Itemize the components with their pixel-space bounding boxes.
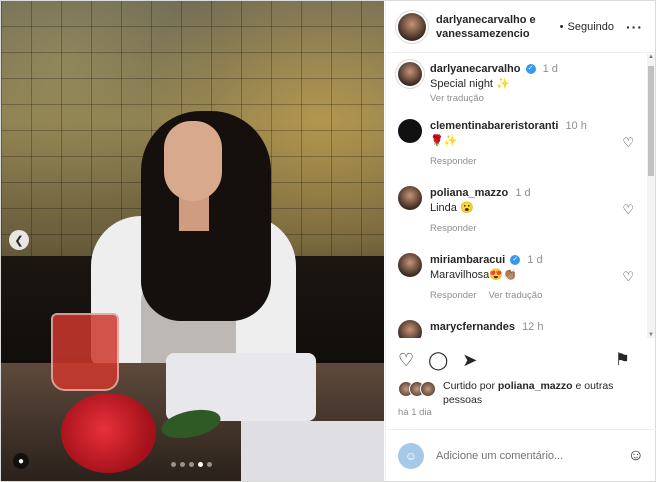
following-label: Seguindo — [567, 20, 615, 33]
likes-text: Curtido por poliana_mazzo e outras pesso… — [443, 379, 613, 407]
likes-user[interactable]: poliana_mazzo — [498, 380, 573, 392]
caption: darlyanecarvalho ✓ 1 d Special night ✨ V… — [398, 62, 638, 104]
comment-text: Maravilhosa😍👏🏽 — [430, 269, 517, 281]
comment-avatar[interactable] — [398, 119, 422, 143]
reply-link[interactable]: Responder — [430, 223, 476, 234]
comment-avatar[interactable] — [398, 186, 422, 210]
bookmark-icon[interactable]: ⚑ — [615, 350, 630, 370]
caption-text: Special night ✨ — [430, 78, 510, 90]
scroll-down-icon[interactable]: ▼ — [647, 332, 655, 338]
comment-item: poliana_mazzo 1 d Linda 😮 Responder ♡ — [398, 186, 638, 234]
prev-image-button[interactable]: ❮ — [9, 230, 29, 250]
comment-time: 1 d — [527, 254, 543, 266]
heart-icon[interactable]: ♡ — [622, 135, 634, 151]
comment-bubble-icon[interactable]: ◯ — [428, 350, 448, 371]
comment-username[interactable]: clementinabareristoranti — [430, 120, 558, 132]
heart-icon[interactable]: ♡ — [622, 269, 634, 285]
comment-avatar[interactable] — [398, 320, 422, 338]
reply-link[interactable]: Responder — [430, 290, 476, 301]
caption-time: 1 d — [542, 63, 558, 75]
comment-item: miriambaracui ✓ 1 d Maravilhosa😍👏🏽 Respo… — [398, 253, 638, 301]
verified-icon: ✓ — [525, 64, 536, 75]
drink-glass — [51, 313, 119, 391]
more-icon[interactable]: ··· — [626, 19, 643, 35]
likes-prefix: Curtido por — [443, 380, 495, 392]
comment-time: 10 h — [565, 120, 587, 132]
comment-item: marycfernandes 12 h — [398, 320, 638, 338]
add-comment-bar: ☺ ☺ — [386, 429, 656, 481]
comment-text: Linda 😮 — [430, 202, 474, 214]
scrollbar-thumb[interactable] — [648, 66, 654, 176]
translate-link[interactable]: Ver tradução — [488, 290, 542, 301]
collab-names[interactable]: darlyanecarvalho e vanessamezencio — [436, 13, 550, 41]
chevron-left-icon: ❮ — [14, 234, 24, 247]
heart-icon[interactable]: ♡ — [622, 202, 634, 218]
reply-link[interactable]: Responder — [430, 156, 476, 167]
liker-avatars — [398, 381, 436, 397]
comment-time: 12 h — [522, 321, 544, 333]
comment-avatar[interactable] — [398, 253, 422, 277]
carousel-dot — [180, 462, 185, 467]
follow-dot: • — [559, 20, 564, 33]
following-button[interactable]: • Seguindo — [560, 21, 614, 33]
carousel-dot — [207, 462, 212, 467]
carousel-dot — [171, 462, 176, 467]
share-send-icon[interactable]: ➤ — [462, 350, 477, 371]
liker-avatar — [420, 381, 436, 397]
tablecloth — [241, 421, 384, 481]
carousel-dot-active — [198, 462, 203, 467]
translate-link[interactable]: Ver tradução — [430, 93, 484, 104]
emoji-icon[interactable]: ☺ — [628, 447, 644, 465]
comment-username[interactable]: miriambaracui — [430, 254, 505, 266]
carousel-dots — [171, 462, 212, 467]
comment-text: 🌹✨ — [430, 135, 458, 147]
collab-name-line2[interactable]: vanessamezencio — [436, 27, 550, 41]
like-heart-icon[interactable]: ♡ — [398, 350, 414, 371]
comment-username[interactable]: poliana_mazzo — [430, 187, 508, 199]
comments-scrollbar[interactable]: ▲ ▼ — [647, 54, 655, 338]
comment-username[interactable]: marycfernandes — [430, 321, 515, 333]
scroll-up-icon[interactable]: ▲ — [647, 54, 655, 60]
tagged-users-button[interactable]: ● — [13, 453, 29, 469]
carousel-dot — [189, 462, 194, 467]
post-header: darlyanecarvalho e vanessamezencio • Seg… — [386, 1, 655, 53]
post-photo[interactable]: ❮ ● — [1, 1, 384, 481]
face — [164, 121, 222, 201]
comment-item: clementinabareristoranti 10 h 🌹✨ Respond… — [398, 119, 638, 167]
author-avatar[interactable] — [398, 12, 426, 41]
likes-suffix[interactable]: e outras — [575, 380, 613, 392]
ai-assistant-icon[interactable]: ☺ — [398, 442, 424, 469]
likes-summary: Curtido por poliana_mazzo e outras pesso… — [398, 379, 638, 407]
post-actions: ♡ ◯ ➤ ⚑ — [398, 346, 644, 374]
comment-time: 1 d — [515, 187, 531, 199]
post-side-panel: darlyanecarvalho e vanessamezencio • Seg… — [385, 1, 656, 481]
verified-icon: ✓ — [510, 255, 521, 266]
post-time: há 1 dia — [398, 407, 432, 418]
likes-suffix2[interactable]: pessoas — [443, 394, 482, 406]
rose — [61, 393, 156, 473]
caption-username[interactable]: darlyanecarvalho — [430, 63, 521, 75]
comment-input[interactable] — [436, 449, 616, 462]
caption-avatar[interactable] — [398, 62, 422, 86]
post-dialog: ❮ ● darlyanecarvalho e vanessamezencio •… — [0, 0, 656, 482]
user-icon: ● — [17, 455, 25, 467]
comments-list: darlyanecarvalho ✓ 1 d Special night ✨ V… — [386, 54, 648, 338]
collab-name-line1[interactable]: darlyanecarvalho e — [436, 13, 550, 27]
